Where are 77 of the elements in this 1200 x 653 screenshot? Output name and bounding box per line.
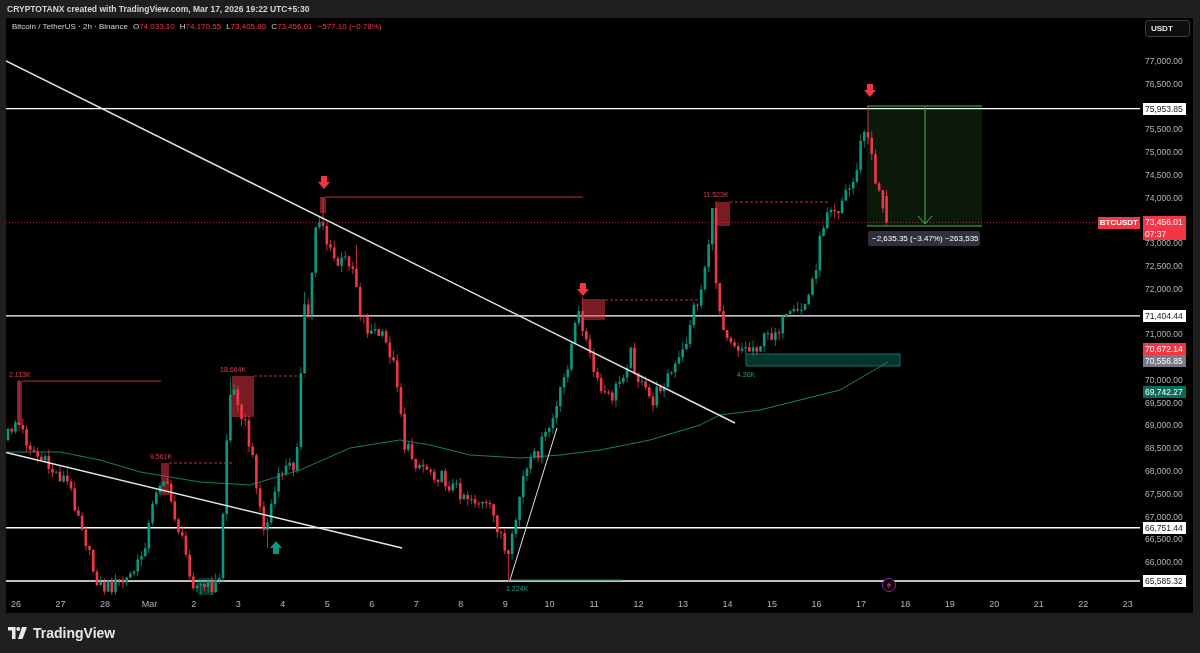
date-label: 10 [544, 599, 555, 609]
price-label: 68,500.00 [1145, 442, 1183, 455]
price-tag: 71,404.44 [1143, 309, 1186, 322]
date-label: 12 [633, 599, 644, 609]
chart-caption: CRYPTOTANX created with TradingView.com, Mar 17, 2026 19:22 UTC+5:30 [7, 4, 310, 14]
price-change: −577.10 (−0.78%) [317, 22, 382, 31]
price-label: 69,000.00 [1145, 419, 1183, 432]
supply-zone [716, 202, 730, 226]
logo-icon [8, 626, 27, 640]
price-label: 75,000.00 [1145, 146, 1183, 159]
symbol-title: Bitcoin / TetherUS · 2h · Binance [12, 22, 128, 31]
date-label: 7 [413, 599, 419, 609]
date-label: 2 [191, 599, 197, 609]
price-tag: 75,953.85 [1143, 102, 1186, 115]
date-label: 17 [855, 599, 866, 609]
date-label: 22 [1078, 599, 1089, 609]
price-label: 72,500.00 [1145, 259, 1183, 272]
price-label: 72,000.00 [1145, 282, 1183, 295]
price-label: 71,000.00 [1145, 328, 1183, 341]
date-label: 26 [11, 599, 21, 609]
lightning-icon [882, 578, 896, 592]
date-label: 21 [1033, 599, 1044, 609]
date-label: 11 [589, 599, 599, 609]
date-label: 13 [678, 599, 689, 609]
date-label: 4 [280, 599, 286, 609]
price-label: 74,000.00 [1145, 191, 1183, 204]
date-label: 20 [989, 599, 1000, 609]
supply-zone [320, 197, 326, 213]
date-label: 9 [502, 599, 508, 609]
ohlc-value: L73,405.86 [226, 22, 267, 31]
price-label: 77,000.00 [1145, 55, 1183, 67]
brand-name: TradingView [33, 625, 116, 641]
date-label: 14 [722, 599, 733, 609]
measure-label: −2,635.35 (−3.47%) −263,535 [868, 231, 980, 246]
price-tag: 70,556.85 [1143, 355, 1186, 368]
supply-zone [161, 463, 169, 495]
price-label: 67,500.00 [1145, 487, 1183, 500]
currency-button[interactable]: USDT [1145, 20, 1190, 37]
price-label: 67,000.00 [1145, 510, 1183, 523]
price-label: 75,500.00 [1145, 123, 1183, 136]
date-label: 15 [766, 599, 777, 609]
supply-zone [232, 376, 254, 417]
price-tag: 69,742.27 [1143, 385, 1186, 398]
symbol-tag: BTCUSDT [1097, 217, 1140, 230]
price-label: 66,500.00 [1145, 533, 1183, 546]
price-label: 70,000.00 [1145, 373, 1183, 386]
zone-line [168, 462, 233, 464]
zone-line [253, 375, 306, 377]
price-label: 76,500.00 [1145, 77, 1183, 90]
ohlc-value: O74,033.10 [132, 22, 175, 31]
date-label: 27 [55, 599, 66, 609]
date-label: 3 [235, 599, 241, 609]
date-label: 18 [900, 599, 911, 609]
date-label: 23 [1122, 599, 1133, 609]
date-label: 19 [944, 599, 955, 609]
price-label: 69,500.00 [1145, 396, 1183, 409]
date-label: 6 [369, 599, 375, 609]
date-label: Mar [141, 599, 158, 609]
price-label: 68,000.00 [1145, 464, 1183, 477]
date-label: 16 [811, 599, 822, 609]
ohlc-value: C73,456.01 [271, 22, 313, 31]
supply-zone [17, 381, 22, 425]
price-label: 74,500.00 [1145, 168, 1183, 181]
date-label: 8 [458, 599, 464, 609]
price-tag: 66,751.44 [1143, 521, 1186, 534]
date-label: 5 [324, 599, 330, 609]
supply-zone [583, 299, 605, 320]
price-tag: 65,585.32 [1143, 574, 1186, 587]
ohlc-value: H74,170.55 [179, 22, 222, 31]
arrow-down-icon [864, 84, 876, 97]
arrow-up-icon [270, 541, 282, 554]
price-tag: 70,672.14 [1143, 343, 1186, 356]
arrow-down-icon [577, 283, 589, 296]
price-label: 66,000.00 [1145, 556, 1183, 569]
price-tag: 73,456.01 07:37 [1143, 216, 1186, 241]
date-label: 28 [99, 599, 110, 609]
arrow-down-icon [318, 176, 330, 189]
